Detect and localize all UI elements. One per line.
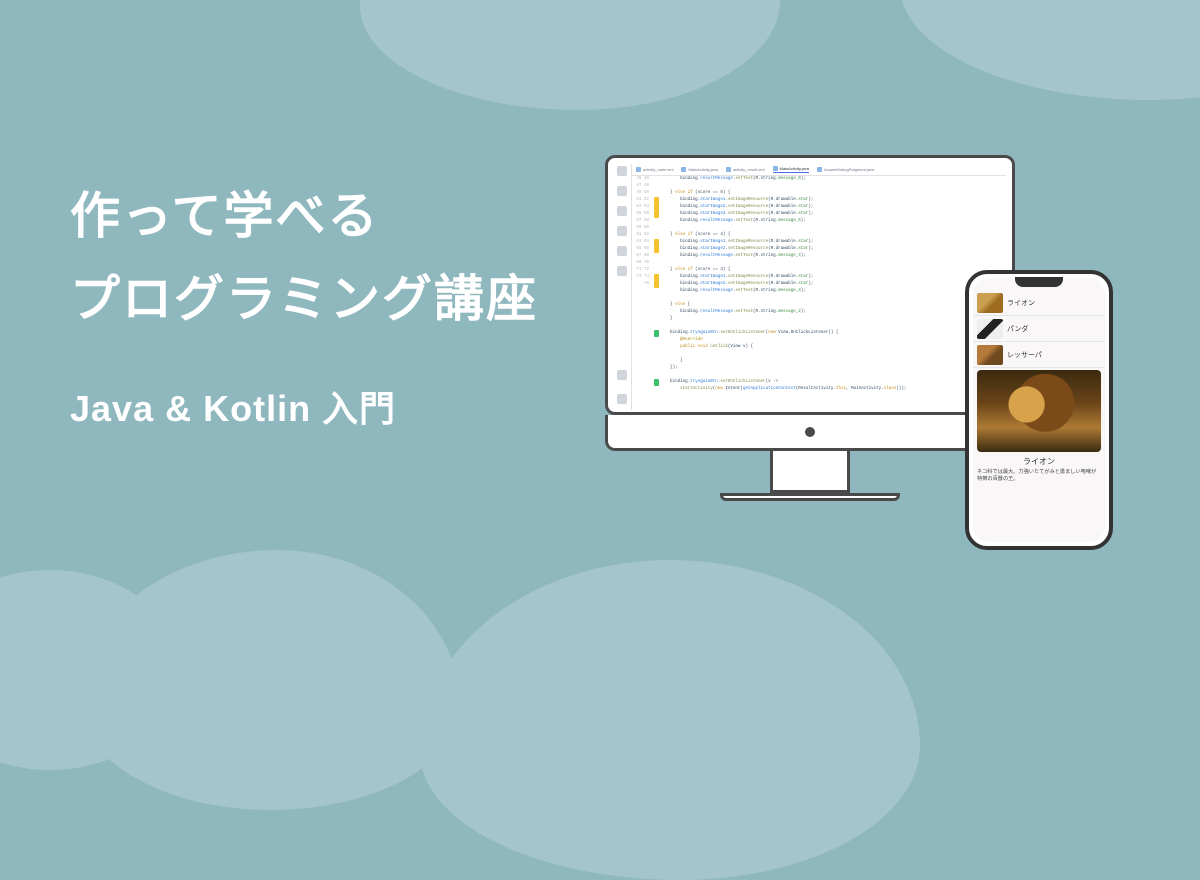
sidebar-icon bbox=[617, 226, 627, 236]
power-indicator-icon bbox=[805, 427, 815, 437]
sidebar-icon bbox=[617, 246, 627, 256]
app-row-label: パンダ bbox=[1007, 324, 1028, 334]
sidebar-icon bbox=[617, 394, 627, 404]
code-gutter: 45 46 47 48 49 50 51 52 53 54 55 56 57 5… bbox=[632, 176, 652, 410]
app-list-row[interactable]: パンダ bbox=[973, 316, 1105, 342]
ide-main: activity_main.xml MainActivity.java activi… bbox=[632, 164, 1006, 410]
ide-tab[interactable]: activity_main.xml bbox=[636, 167, 673, 172]
code-gutter-markers bbox=[652, 176, 660, 410]
app-detail-desc: ネコ科では最大。力強いたてがみと勇ましい咆哮が特徴の百獣の王。 bbox=[977, 469, 1101, 484]
sidebar-icon bbox=[617, 370, 627, 380]
sidebar-icon bbox=[617, 166, 627, 176]
ide-tab[interactable]: MainActivity.java bbox=[681, 167, 718, 172]
app-thumb bbox=[977, 345, 1003, 365]
app-list-row[interactable]: ライオン bbox=[973, 290, 1105, 316]
app-row-label: ライオン bbox=[1007, 298, 1035, 308]
app-detail: ライオン ネコ科では最大。力強いたてがみと勇ましい咆哮が特徴の百獣の王。 bbox=[973, 368, 1105, 542]
file-icon bbox=[817, 167, 822, 172]
file-icon bbox=[636, 167, 641, 172]
hero-text: 作って学べる プログラミング講座 Java & Kotlin 入門 bbox=[70, 175, 538, 432]
decor-blob bbox=[420, 560, 920, 880]
ide-tab[interactable]: AnswerDialogFragment.java bbox=[817, 167, 874, 172]
ide-tab[interactable]: activity_result.xml bbox=[726, 167, 765, 172]
hero-title-line2: プログラミング講座 bbox=[70, 258, 538, 341]
monitor-chin bbox=[605, 415, 1015, 451]
monitor-screen: activity_main.xml MainActivity.java activi… bbox=[605, 155, 1015, 415]
app-row-label: レッサーパ bbox=[1007, 350, 1042, 360]
file-icon bbox=[681, 167, 686, 172]
app-detail-image bbox=[977, 370, 1101, 452]
decor-blob bbox=[900, 0, 1200, 100]
app-list: ライオンパンダレッサーパ bbox=[973, 278, 1105, 368]
hero-subtitle: Java & Kotlin 入門 bbox=[70, 380, 538, 432]
monitor-base bbox=[720, 493, 900, 501]
phone-mockup: ライオンパンダレッサーパ ライオン ネコ科では最大。力強いたてがみと勇ましい咆哮… bbox=[965, 270, 1113, 550]
sidebar-icon bbox=[617, 186, 627, 196]
app-detail-title: ライオン bbox=[977, 456, 1101, 467]
ide-code: 45 46 47 48 49 50 51 52 53 54 55 56 57 5… bbox=[632, 176, 1006, 410]
ide-tab[interactable]: MainActivity.java bbox=[773, 166, 810, 173]
decor-blob bbox=[360, 0, 780, 110]
app-thumb bbox=[977, 293, 1003, 313]
monitor-stand bbox=[770, 451, 850, 493]
file-icon bbox=[726, 167, 731, 172]
code-body: binding.resultMessage.setText(R.string.m… bbox=[660, 176, 1006, 410]
phone-screen: ライオンパンダレッサーパ ライオン ネコ科では最大。力強いたてがみと勇ましい咆哮… bbox=[973, 278, 1105, 542]
ide-tabs: activity_main.xml MainActivity.java activi… bbox=[632, 164, 1006, 176]
file-icon bbox=[773, 166, 778, 171]
app-thumb bbox=[977, 319, 1003, 339]
sidebar-icon bbox=[617, 206, 627, 216]
phone-notch bbox=[1015, 277, 1063, 287]
hero-title-line1: 作って学べる bbox=[70, 175, 538, 258]
ide-sidebar bbox=[612, 164, 632, 410]
sidebar-icon bbox=[617, 266, 627, 276]
desktop-monitor: activity_main.xml MainActivity.java activi… bbox=[605, 155, 1015, 501]
app-list-row[interactable]: レッサーパ bbox=[973, 342, 1105, 368]
